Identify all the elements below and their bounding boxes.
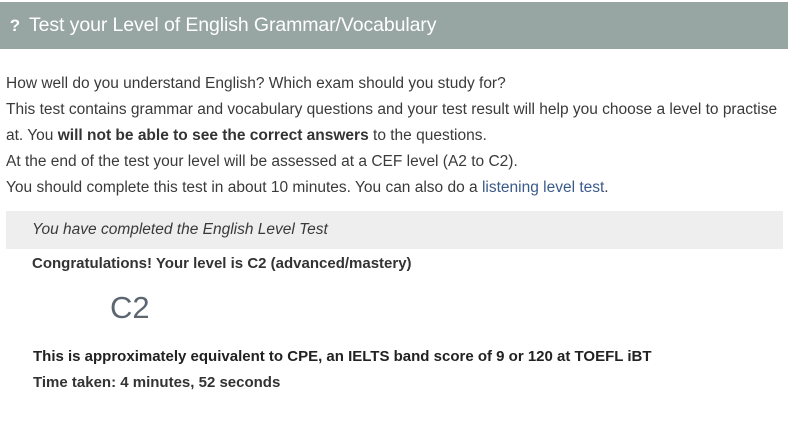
intro-line-2-end: to the questions. (368, 127, 487, 144)
page-title: Test your Level of English Grammar/Vocab… (29, 14, 437, 36)
page-header: ? Test your Level of English Grammar/Voc… (0, 2, 788, 49)
intro-text: How well do you understand English? Whic… (6, 71, 782, 201)
time-taken: Time taken: 4 minutes, 52 seconds (33, 374, 281, 391)
intro-line-4: You should complete this test in about 1… (6, 175, 782, 201)
intro-line-3: At the end of the test your level will b… (6, 153, 518, 170)
intro-line-4-text: You should complete this test in about 1… (6, 179, 482, 196)
equivalence-text: This is approximately equivalent to CPE,… (33, 348, 652, 365)
question-mark-icon: ? (9, 15, 21, 35)
intro-line-4-end: . (604, 179, 609, 196)
intro-bold-warning: will not be able to see the correct answ… (57, 127, 369, 144)
congrats-message: Congratulations! Your level is C2 (advan… (32, 255, 412, 272)
intro-line-1: How well do you understand English? Whic… (6, 75, 506, 92)
completed-message: You have completed the English Level Tes… (32, 221, 328, 238)
listening-level-test-link[interactable]: listening level test (482, 179, 604, 196)
completed-banner: You have completed the English Level Tes… (6, 211, 783, 249)
level-code: C2 (110, 290, 150, 325)
intro-line-2: This test contains grammar and vocabular… (6, 97, 782, 149)
